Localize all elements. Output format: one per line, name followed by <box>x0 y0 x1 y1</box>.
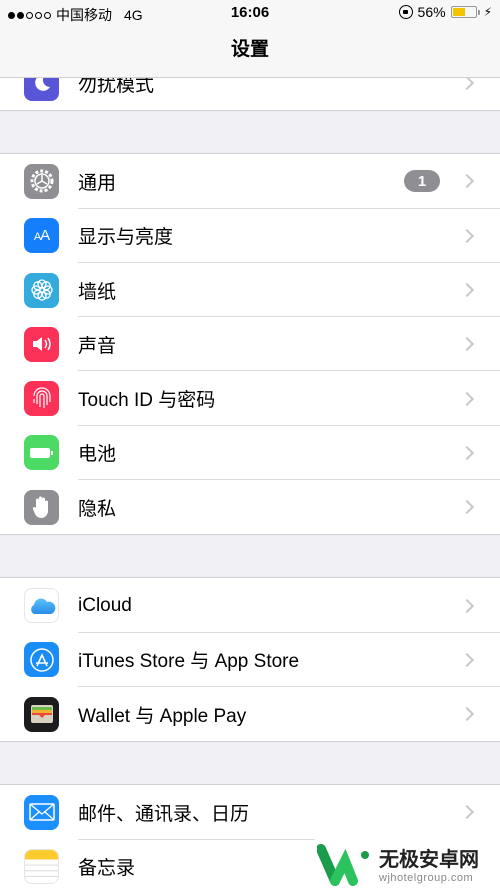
orientation-lock-icon <box>398 5 413 19</box>
settings-group: iCloud iTunes Store 与 App Store Wallet 与 A… <box>0 577 500 743</box>
chevron-right-icon <box>459 445 475 460</box>
battery-percent: 56% <box>417 4 446 20</box>
chevron-right-icon <box>459 391 475 406</box>
status-bar: 中国移动 4G 16:06 56% ⚡ <box>0 0 500 28</box>
settings-row[interactable]: AA 显示与亮度 <box>0 209 500 264</box>
settings-row[interactable]: 隐私 <box>0 480 500 534</box>
watermark: 无极安卓网 wjhotelgroup.com <box>315 838 500 889</box>
battery-icon <box>24 435 59 471</box>
app-store-icon <box>24 642 59 678</box>
chevron-right-icon <box>459 282 475 298</box>
chevron-right-icon <box>459 500 475 515</box>
chevron-right-icon <box>459 337 475 352</box>
settings-row-label: iTunes Store 与 App Store <box>78 651 300 673</box>
settings-row[interactable]: Wallet 与 Apple Pay <box>0 687 500 741</box>
settings-row-label: 墙纸 <box>78 281 117 303</box>
chevron-right-icon <box>459 805 475 820</box>
battery-icon <box>450 6 480 18</box>
settings-row-label: 隐私 <box>78 498 117 520</box>
chevron-right-icon <box>459 228 475 243</box>
notification-badge: 1 <box>404 170 440 193</box>
charging-bolt-icon: ⚡ <box>483 5 492 19</box>
settings-row-label: iCloud <box>78 594 132 616</box>
settings-row[interactable]: 声音 <box>0 317 500 372</box>
settings-row-label: 显示与亮度 <box>78 227 174 249</box>
settings-row[interactable]: iTunes Store 与 App Store <box>0 633 500 688</box>
settings-row[interactable]: iCloud <box>0 578 500 633</box>
settings-row[interactable]: 邮件、通讯录、日历 <box>0 785 500 840</box>
flower-icon <box>24 272 59 308</box>
settings-row-label: 声音 <box>78 335 117 357</box>
settings-row[interactable]: 电池 <box>0 426 500 481</box>
watermark-title: 无极安卓网 <box>379 849 479 871</box>
text-size-icon: AA <box>24 218 59 254</box>
speaker-icon <box>24 326 59 362</box>
notes-icon <box>24 849 59 885</box>
chevron-right-icon <box>459 598 475 613</box>
wallet-icon <box>24 696 59 732</box>
settings-row[interactable]: Touch ID 与密码 <box>0 371 500 427</box>
gear-icon <box>24 163 59 199</box>
hand-icon <box>24 489 59 525</box>
cloud-icon <box>24 588 59 624</box>
settings-list: 勿扰模式 通用 1 AA 显示与亮度 墙纸 声音 Touch ID 与密码 电池 隐私 iCloud… <box>0 56 500 889</box>
chevron-right-icon <box>459 652 475 667</box>
settings-row-label: 电池 <box>78 444 117 466</box>
page-title: 设置 <box>230 39 269 60</box>
chevron-right-icon <box>459 174 475 189</box>
watermark-url: wjhotelgroup.com <box>379 872 474 884</box>
settings-row[interactable]: 通用 1 <box>0 154 500 209</box>
settings-group: 通用 1 AA 显示与亮度墙纸声音 Touch ID 与密码 电池隐私 <box>0 153 500 536</box>
settings-row-label: Wallet 与 Apple Pay <box>78 705 247 727</box>
settings-row[interactable]: 墙纸 <box>0 263 500 318</box>
nav-bar: 设置 <box>0 28 500 78</box>
watermark-logo-icon <box>317 843 369 886</box>
chevron-right-icon <box>459 76 475 91</box>
settings-row-label: 通用 <box>78 172 117 194</box>
chevron-right-icon <box>459 707 475 722</box>
settings-row-label: Touch ID 与密码 <box>78 390 216 412</box>
settings-row-label: 邮件、通讯录、日历 <box>78 803 250 825</box>
fingerprint-icon <box>24 381 59 417</box>
mail-icon <box>24 794 59 830</box>
